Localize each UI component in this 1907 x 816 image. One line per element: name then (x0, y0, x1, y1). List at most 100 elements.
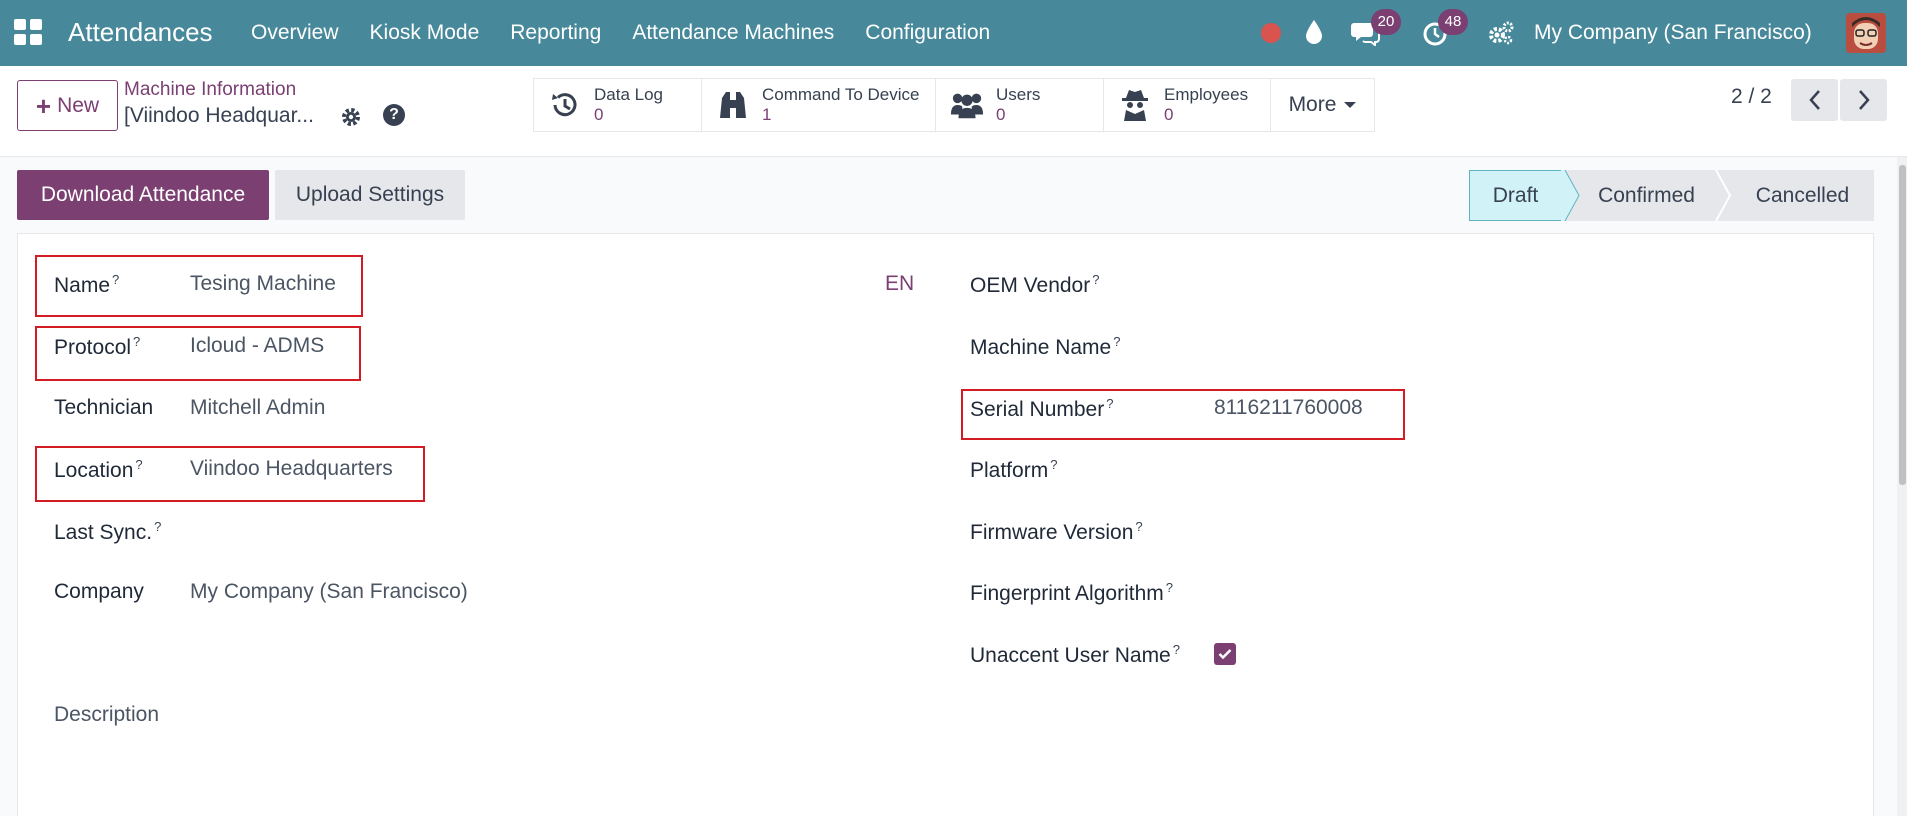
app-brand[interactable]: Attendances (68, 17, 213, 48)
help-tooltip-icon[interactable]: ? (1050, 457, 1057, 472)
activities-badge[interactable]: 48 (1438, 9, 1468, 35)
field-protocol-label: Protocol? (54, 334, 140, 360)
scrollbar-thumb[interactable] (1899, 165, 1906, 485)
smart-button-users[interactable]: Users 0 (936, 79, 1104, 131)
help-tooltip-icon[interactable]: ? (135, 457, 142, 472)
gears-icon[interactable] (1487, 20, 1515, 46)
field-last-sync-label: Last Sync.? (54, 519, 161, 545)
help-tooltip-icon[interactable]: ? (154, 519, 161, 534)
checkmark-icon (1218, 649, 1232, 660)
label-text: Firmware Version (970, 521, 1134, 544)
smart-button-data-log[interactable]: Data Log 0 (534, 79, 702, 131)
menu-reporting[interactable]: Reporting (510, 21, 601, 45)
help-tooltip-icon[interactable]: ? (1092, 272, 1099, 287)
help-tooltip-icon[interactable]: ? (1166, 580, 1173, 595)
help-tooltip-icon[interactable]: ? (133, 334, 140, 349)
download-attendance-button[interactable]: Download Attendance (17, 170, 269, 220)
help-tooltip-icon[interactable]: ? (1173, 642, 1180, 657)
new-button-label: New (57, 93, 100, 117)
help-tooltip-icon[interactable]: ? (1113, 334, 1120, 349)
spy-icon (1118, 88, 1152, 122)
label-text: Last Sync. (54, 521, 153, 544)
field-serial-number-value[interactable]: 8116211760008 (1214, 396, 1363, 420)
stage-label: Cancelled (1755, 183, 1850, 207)
menu-kiosk-mode[interactable]: Kiosk Mode (370, 21, 480, 45)
menu-attendance-machines[interactable]: Attendance Machines (632, 21, 834, 45)
field-oem-vendor-label: OEM Vendor? (970, 272, 1099, 298)
label-text: Technician (54, 396, 154, 419)
smart-button-employees[interactable]: Employees 0 (1104, 79, 1271, 131)
users-icon (950, 88, 984, 122)
more-dropdown[interactable]: More (1271, 79, 1374, 131)
company-switcher[interactable]: My Company (San Francisco) (1534, 21, 1812, 45)
label-text: Serial Number (970, 398, 1105, 421)
recording-status-icon[interactable] (1261, 23, 1281, 43)
form-sheet: Name? Tesing Machine Protocol? Icloud - … (17, 233, 1874, 816)
description-label: Description (54, 703, 160, 726)
language-tag[interactable]: EN (885, 272, 914, 296)
pager-next-button[interactable] (1840, 79, 1887, 121)
smart-button-value: 0 (594, 105, 604, 124)
field-protocol-value[interactable]: Icloud - ADMS (190, 334, 324, 358)
smart-button-label: Users (996, 85, 1041, 104)
label-text: OEM Vendor (970, 274, 1091, 297)
messages-badge[interactable]: 20 (1371, 9, 1401, 35)
smart-button-value: 1 (762, 105, 772, 124)
menu-configuration[interactable]: Configuration (865, 21, 990, 45)
field-location-value[interactable]: Viindoo Headquarters (190, 457, 393, 481)
smart-button-value: 0 (1164, 105, 1174, 124)
field-location-label: Location? (54, 457, 143, 483)
plus-icon: + (35, 90, 52, 121)
label-text: Protocol (54, 336, 132, 359)
menu-overview[interactable]: Overview (251, 21, 339, 45)
binoculars-icon (716, 88, 750, 122)
user-avatar[interactable] (1846, 13, 1886, 53)
chevron-left-icon (1808, 90, 1820, 110)
field-company-value[interactable]: My Company (San Francisco) (190, 580, 468, 604)
smart-button-label: Command To Device (762, 85, 920, 104)
top-navbar: Attendances Overview Kiosk Mode Reportin… (0, 0, 1907, 66)
field-machine-name-label: Machine Name? (970, 334, 1120, 360)
help-icon[interactable]: ? (383, 104, 405, 126)
label-text: Platform (970, 459, 1049, 482)
apps-menu-icon[interactable] (14, 19, 42, 45)
field-serial-number-label: Serial Number? (970, 396, 1113, 422)
history-icon (548, 88, 582, 122)
help-tooltip-icon[interactable]: ? (1106, 396, 1113, 411)
smart-button-label: Employees (1164, 85, 1249, 104)
label-text: Name (54, 274, 111, 297)
field-platform-label: Platform? (970, 457, 1057, 483)
drop-icon[interactable] (1303, 19, 1325, 45)
field-name-value[interactable]: Tesing Machine (190, 272, 336, 296)
unaccent-user-name-checkbox[interactable] (1214, 643, 1236, 665)
label-text: Location (54, 459, 134, 482)
field-technician-value[interactable]: Mitchell Admin (190, 396, 325, 420)
smart-button-command-to-device[interactable]: Command To Device 1 (702, 79, 936, 131)
field-firmware-version-label: Firmware Version? (970, 519, 1143, 545)
breadcrumb-parent[interactable]: Machine Information (124, 79, 296, 101)
gear-icon[interactable] (340, 106, 362, 128)
stage-draft[interactable]: Draft (1469, 170, 1562, 221)
smart-button-value: 0 (996, 105, 1006, 124)
stage-cancelled[interactable]: Cancelled (1712, 170, 1874, 221)
control-panel: + New Machine Information [Viindoo Headq… (0, 66, 1907, 157)
stage-confirmed[interactable]: Confirmed (1561, 170, 1713, 221)
pager-value[interactable]: 2 / 2 (1731, 85, 1772, 109)
label-text: Fingerprint Algorithm (970, 582, 1164, 605)
help-tooltip-icon[interactable]: ? (112, 272, 119, 287)
smart-buttons: Data Log 0 Command To Device 1 Users 0 E… (533, 78, 1375, 132)
label-text: Machine Name (970, 336, 1112, 359)
pager-previous-button[interactable] (1791, 79, 1838, 121)
help-tooltip-icon[interactable]: ? (1135, 519, 1142, 534)
field-unaccent-user-name-label: Unaccent User Name? (970, 642, 1180, 668)
stage-label: Confirmed (1598, 183, 1695, 207)
new-button[interactable]: + New (17, 80, 118, 131)
upload-settings-button[interactable]: Upload Settings (275, 170, 465, 220)
label-text: Company (54, 580, 144, 603)
smart-button-label: Data Log (594, 85, 663, 104)
status-bar: Download Attendance Upload Settings Draf… (17, 170, 1874, 232)
field-company-label: Company (54, 580, 144, 604)
caret-down-icon (1344, 102, 1357, 108)
breadcrumb-current: [Viindoo Headquar... (124, 104, 314, 127)
stage-arrow (1712, 170, 1732, 221)
